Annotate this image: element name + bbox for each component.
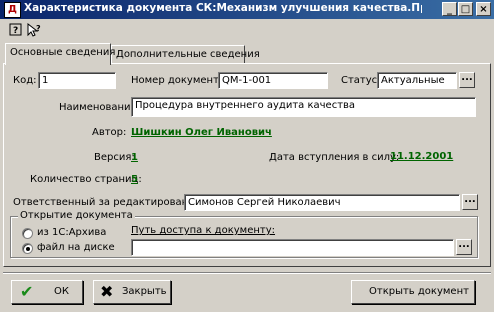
status-field[interactable]: Актуальные — [377, 72, 457, 89]
path-field[interactable] — [131, 239, 454, 256]
pages-label: Количество страниц: — [30, 174, 142, 185]
close-button[interactable]: × — [476, 2, 491, 16]
open-document-button[interactable]: Открыть документ — [351, 280, 475, 304]
help-icon[interactable]: ? — [8, 23, 24, 37]
code-label: Код: — [13, 75, 37, 86]
svg-text:?: ? — [13, 26, 18, 36]
tab-additional-info[interactable]: Дополнительные сведения — [111, 45, 260, 64]
name-field[interactable]: Процедура внутреннего аудита качества — [131, 97, 476, 117]
radio-archive-label[interactable]: из 1С:Архива — [37, 227, 106, 238]
checkmark-icon: ✔ — [20, 282, 34, 301]
editor-select-button[interactable]: ... — [462, 194, 478, 210]
code-field[interactable]: 1 — [38, 72, 116, 89]
open-document-group-title: Открытие документа — [18, 210, 135, 221]
radio-file-label[interactable]: файл на диске — [37, 242, 115, 253]
editor-label: Ответственный за редактирование: — [13, 197, 205, 208]
docnum-label: Номер документа: — [131, 75, 229, 86]
effective-date-label: Дата вступления в силу: — [269, 152, 400, 163]
open-document-button-label: Открыть документ — [369, 286, 469, 297]
ok-button-label: ОК — [54, 286, 69, 297]
status-select-button[interactable]: ... — [459, 72, 475, 88]
name-label: Наименование: — [59, 102, 141, 113]
author-link[interactable]: Шишкин Олег Иванович — [131, 127, 272, 138]
version-link[interactable]: 1 — [131, 152, 138, 163]
maximize-button[interactable]: □ — [458, 2, 473, 16]
tab-main-info[interactable]: Основные сведения — [5, 43, 115, 65]
version-label: Версия: — [94, 152, 135, 163]
footer-separator — [3, 272, 491, 274]
radio-file[interactable] — [22, 243, 33, 254]
path-label: Путь доступа к документу: — [131, 225, 276, 236]
svg-text:?: ? — [36, 24, 41, 33]
ok-button[interactable]: ✔ ОК — [11, 280, 83, 304]
close-dialog-button-label: Закрыть — [122, 286, 167, 297]
app-document-icon: Д — [4, 2, 21, 18]
pages-link[interactable]: 5 — [131, 174, 138, 185]
window-title: Характеристика документа СК:Механизм улу… — [24, 2, 422, 14]
minimize-button[interactable]: _ — [442, 2, 457, 16]
pointer-help-icon[interactable]: ? — [26, 22, 42, 37]
radio-archive[interactable] — [22, 228, 33, 239]
cross-icon: ✖ — [100, 282, 114, 301]
status-label: Статус: — [341, 75, 381, 86]
editor-field[interactable]: Симонов Сергей Николаевич — [184, 194, 460, 211]
docnum-field[interactable]: QM-1-001 — [218, 72, 328, 89]
effective-date-link[interactable]: 11.12.2001 — [390, 151, 453, 162]
radio-selected-dot — [26, 247, 30, 251]
path-browse-button[interactable]: ... — [456, 239, 472, 255]
author-label: Автор: — [92, 127, 127, 138]
title-bar[interactable]: Д Характеристика документа СК:Механизм у… — [0, 0, 494, 19]
close-dialog-button[interactable]: ✖ Закрыть — [93, 280, 171, 304]
